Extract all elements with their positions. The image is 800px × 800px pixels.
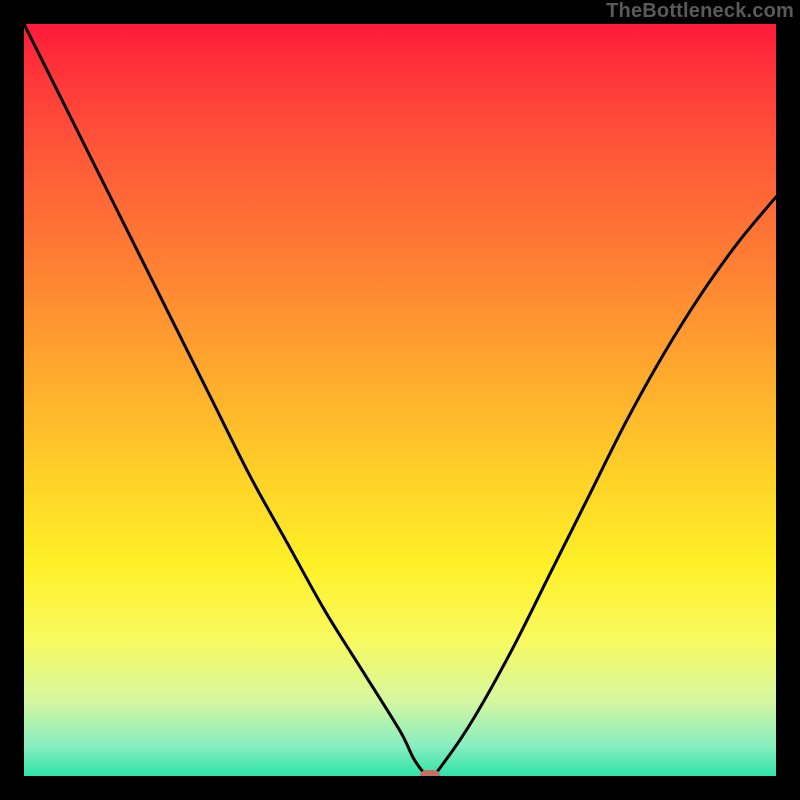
watermark-text: TheBottleneck.com (606, 0, 794, 23)
plot-area (24, 24, 776, 776)
bottleneck-curve (24, 24, 776, 776)
minimum-marker (420, 770, 440, 776)
chart-frame: TheBottleneck.com (0, 0, 800, 800)
